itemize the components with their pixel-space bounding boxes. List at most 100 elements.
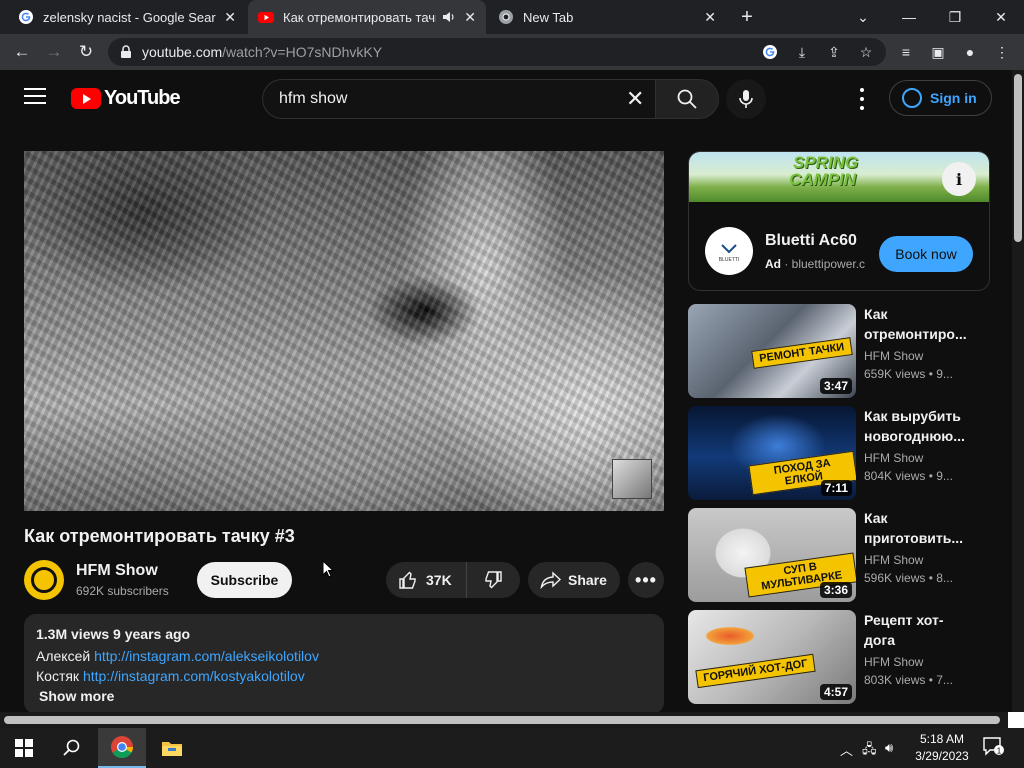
close-tab-icon[interactable]: ✕ — [464, 9, 476, 26]
close-tab-icon[interactable]: ✕ — [704, 9, 716, 26]
recommended-video[interactable]: РЕМОНТ ТАЧКИ 3:47 Как отремонтиро... HFM… — [688, 304, 988, 398]
restore-icon[interactable]: ❐ — [932, 0, 978, 34]
share-button[interactable]: Share — [528, 562, 620, 598]
taskbar-chrome-button[interactable] — [98, 728, 146, 768]
recommended-video-title: Как отремонтиро... — [864, 306, 967, 342]
recommended-views: 659K views • 9... — [864, 367, 953, 381]
video-thumbnail[interactable]: СУП В МУЛЬТИВАРКЕ 3:36 — [688, 508, 856, 602]
reload-icon[interactable]: ↻ — [74, 40, 98, 64]
hamburger-menu-icon[interactable] — [24, 88, 46, 108]
like-dislike-group: 37K — [386, 562, 520, 598]
more-horizontal-icon: ••• — [635, 569, 657, 590]
close-window-icon[interactable]: ✕ — [978, 0, 1024, 34]
install-app-icon[interactable]: ⤓ — [792, 42, 812, 62]
channel-watermark[interactable] — [612, 459, 652, 499]
horizontal-scrollbar[interactable] — [0, 712, 1024, 728]
tab-title: New Tab — [523, 9, 574, 25]
show-hidden-icons[interactable]: ︿ — [840, 740, 853, 759]
lock-icon[interactable] — [120, 45, 132, 59]
folder-icon — [162, 742, 182, 756]
voice-search-button[interactable] — [726, 79, 766, 119]
recommended-video[interactable]: СУП В МУЛЬТИВАРКЕ 3:36 Как приготовить..… — [688, 508, 988, 602]
youtube-logo[interactable]: YouTube — [71, 87, 181, 110]
channel-name[interactable]: HFM Show — [76, 562, 158, 580]
video-duration: 3:47 — [819, 378, 852, 394]
description-box[interactable]: 1.3M views 9 years ago Алексей http://in… — [24, 614, 664, 712]
forward-arrow-icon[interactable]: → — [42, 40, 66, 64]
bookmark-star-icon[interactable]: ☆ — [856, 42, 876, 62]
google-lens-icon[interactable] — [760, 42, 780, 62]
masthead: YouTube hfm show ✕ Sign in — [0, 70, 1012, 126]
recommended-channel[interactable]: HFM Show — [864, 451, 923, 465]
video-thumbnail[interactable]: РЕМОНТ ТАЧКИ 3:47 — [688, 304, 856, 398]
svg-text:1: 1 — [997, 747, 1002, 756]
thumbs-down-icon — [485, 571, 502, 589]
taskbar-file-explorer-button[interactable] — [148, 728, 196, 768]
clear-search-icon[interactable]: ✕ — [626, 88, 648, 110]
thumbnail-caption: РЕМОНТ ТАЧКИ — [751, 337, 853, 369]
clock-time: 5:18 AM — [919, 732, 965, 746]
tab-youtube-video[interactable]: Как отремонтировать тачку ✕ — [248, 0, 486, 34]
dislike-button[interactable] — [467, 562, 519, 598]
scrollbar-thumb[interactable] — [4, 716, 1000, 724]
video-player[interactable] — [24, 151, 664, 511]
search-input[interactable]: hfm show — [262, 79, 662, 119]
clock-date: 3/29/2023 — [915, 749, 969, 763]
advertiser-logo[interactable]: BLUETTI — [705, 227, 753, 275]
scrollbar-thumb[interactable] — [1014, 74, 1022, 242]
instagram-link[interactable]: http://instagram.com/alekseikolotilov — [94, 648, 319, 664]
recommended-channel[interactable]: HFM Show — [864, 553, 923, 567]
channel-avatar[interactable] — [24, 560, 64, 600]
recommended-channel[interactable]: HFM Show — [864, 655, 923, 669]
speaker-icon[interactable] — [442, 10, 456, 24]
recommended-channel[interactable]: HFM Show — [864, 349, 923, 363]
share-page-icon[interactable]: ⇪ — [824, 42, 844, 62]
volume-icon[interactable]: 🔊︎ — [885, 740, 893, 756]
profile-icon[interactable]: ● — [960, 42, 980, 62]
description-name: Костяк — [36, 668, 80, 684]
video-thumbnail[interactable]: ГОРЯЧИЙ ХОТ-ДОГ 4:57 — [688, 610, 856, 704]
recommended-video-title: Как вырубить новогоднюю... — [864, 408, 965, 444]
ad-card[interactable]: SPRING CAMPIN i BLUETTI Bluetti Ac60 Ad ·… — [688, 151, 990, 291]
like-count: 37K — [426, 572, 452, 588]
system-clock[interactable]: 5:18 AM 3/29/2023 — [906, 731, 978, 765]
search-value: hfm show — [279, 90, 348, 107]
minimize-icon[interactable]: — — [886, 0, 932, 34]
video-thumbnail[interactable]: ПОХОД ЗА ЕЛКОЙ 7:11 — [688, 406, 856, 500]
action-center-button[interactable]: 1 — [982, 736, 1006, 758]
subscribe-button[interactable]: Subscribe — [197, 562, 292, 598]
tab-search-icon[interactable]: ⌄ — [840, 0, 886, 34]
info-icon[interactable]: i — [942, 162, 976, 196]
close-tab-icon[interactable]: ✕ — [224, 9, 236, 26]
tab-new-tab[interactable]: New Tab ✕ — [488, 0, 726, 34]
search-button[interactable] — [655, 79, 719, 119]
ad-subtitle: Ad · bluettipower.c — [765, 257, 866, 271]
tab-google-search[interactable]: zelensky nacist - Google Search ✕ — [8, 0, 246, 34]
svg-text:BLUETTI: BLUETTI — [719, 257, 740, 263]
show-more-button[interactable]: Show more — [36, 688, 652, 704]
recommended-video[interactable]: ГОРЯЧИЙ ХОТ-ДОГ 4:57 Рецепт хот-дога HFM… — [688, 610, 988, 704]
recommended-views: 804K views • 9... — [864, 469, 953, 483]
back-arrow-icon[interactable]: ← — [10, 40, 34, 64]
recommended-video[interactable]: ПОХОД ЗА ЕЛКОЙ 7:11 Как вырубить новогод… — [688, 406, 988, 500]
recommended-video-title: Как приготовить... — [864, 510, 964, 546]
side-panel-icon[interactable]: ▣ — [928, 42, 948, 62]
network-icon[interactable]: 🖧 — [862, 740, 877, 762]
media-control-icon[interactable]: ≡ — [896, 42, 916, 62]
vertical-scrollbar[interactable] — [1012, 70, 1024, 712]
sign-in-button[interactable]: Sign in — [889, 80, 992, 116]
more-actions-button[interactable]: ••• — [628, 562, 664, 598]
thumbnail-caption: ГОРЯЧИЙ ХОТ-ДОГ — [695, 653, 816, 689]
like-button[interactable]: 37K — [386, 562, 467, 598]
browser-menu-icon[interactable]: ⋮ — [992, 42, 1012, 62]
ad-title[interactable]: Bluetti Ac60 — [765, 232, 857, 250]
book-now-button[interactable]: Book now — [879, 236, 973, 272]
browser-tab-strip: zelensky nacist - Google Search ✕ Как от… — [0, 0, 1024, 34]
recommended-video-title: Рецепт хот-дога — [864, 612, 944, 648]
start-button[interactable] — [0, 728, 48, 768]
taskbar-search-button[interactable] — [48, 728, 96, 768]
instagram-link[interactable]: http://instagram.com/kostyakolotilov — [83, 668, 305, 684]
settings-menu-icon[interactable] — [852, 88, 872, 110]
new-tab-button[interactable]: + — [730, 0, 764, 34]
video-frame — [24, 151, 664, 511]
